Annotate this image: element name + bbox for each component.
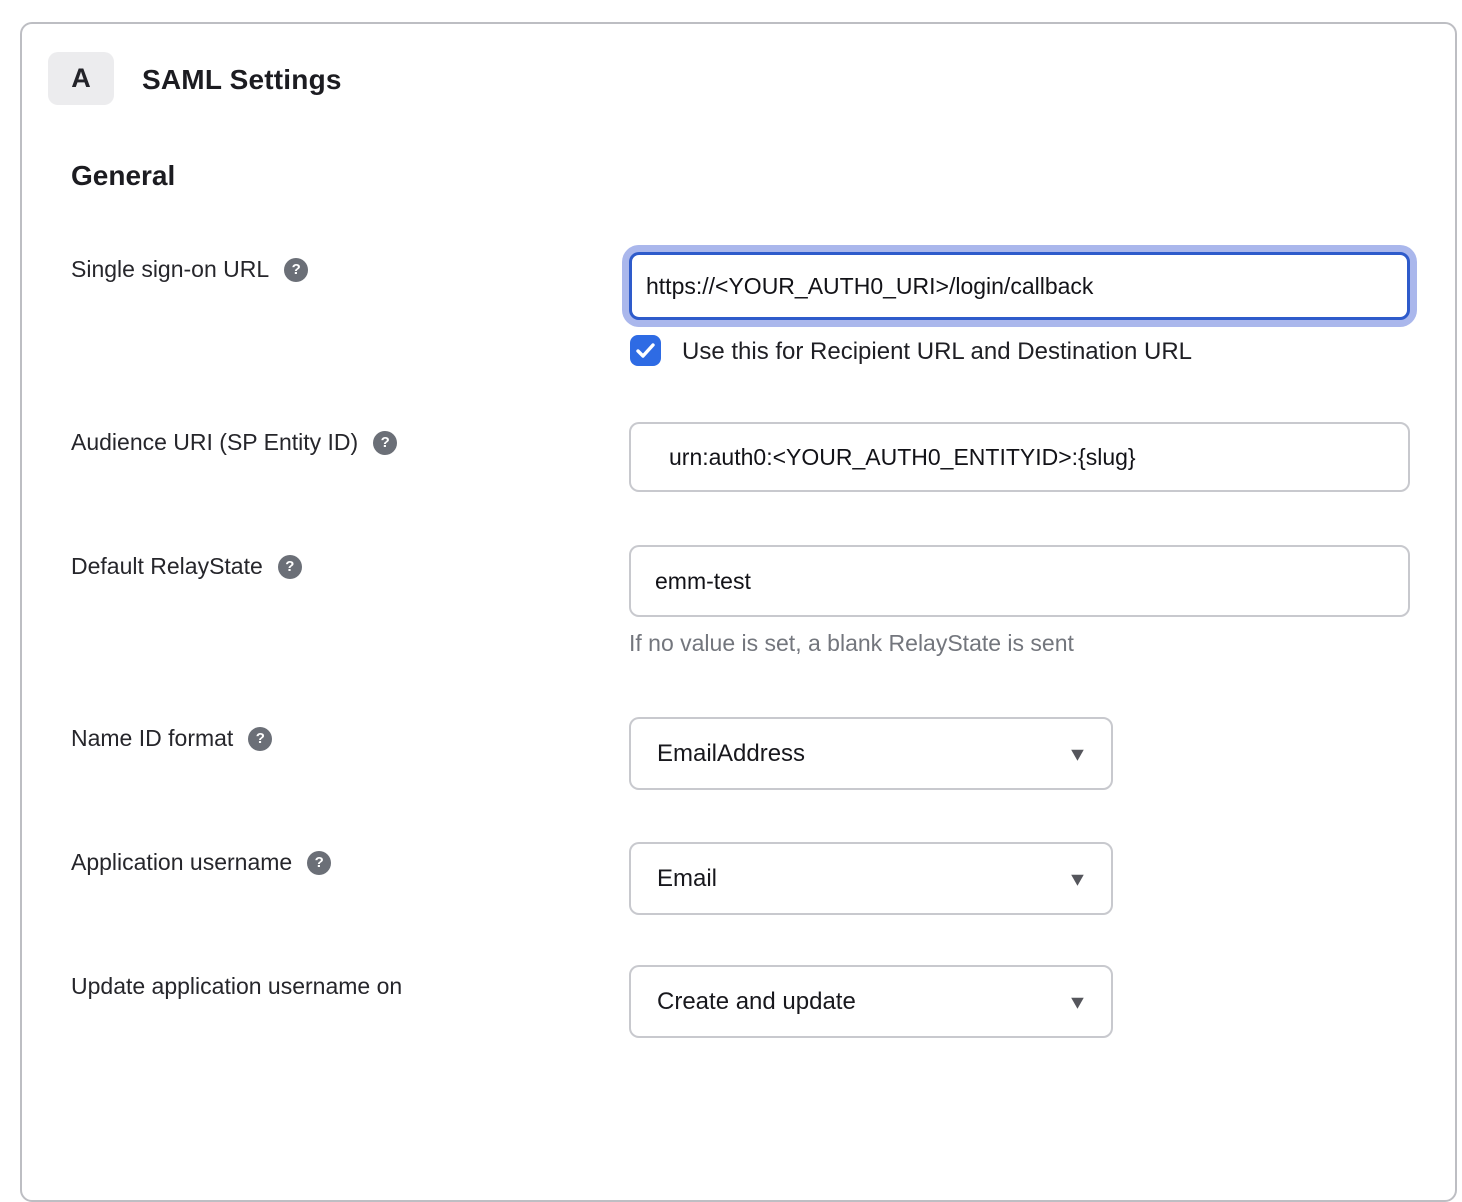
audience-uri-field-wrap	[629, 422, 1410, 492]
update-username-select[interactable]: Create and update ▾	[629, 965, 1113, 1038]
app-username-label: Application username ?	[71, 849, 331, 876]
audience-uri-label-text: Audience URI (SP Entity ID)	[71, 429, 358, 456]
name-id-format-value: EmailAddress	[657, 740, 1072, 768]
name-id-format-select[interactable]: EmailAddress ▾	[629, 717, 1113, 790]
sso-url-label: Single sign-on URL ?	[71, 256, 308, 283]
app-username-label-text: Application username	[71, 849, 292, 876]
help-icon[interactable]: ?	[278, 555, 302, 579]
sso-url-input[interactable]	[629, 252, 1410, 320]
audience-uri-input[interactable]	[629, 422, 1410, 492]
update-username-value: Create and update	[657, 988, 1072, 1016]
audience-uri-label: Audience URI (SP Entity ID) ?	[71, 429, 397, 456]
chevron-down-icon: ▾	[1071, 868, 1084, 890]
general-heading: General	[71, 160, 175, 192]
help-icon[interactable]: ?	[248, 727, 272, 751]
relay-state-hint: If no value is set, a blank RelayState i…	[629, 630, 1074, 657]
saml-settings-card: A SAML Settings General Single sign-on U…	[20, 22, 1457, 1202]
sso-url-label-text: Single sign-on URL	[71, 256, 269, 283]
update-username-label-text: Update application username on	[71, 973, 402, 1000]
help-icon[interactable]: ?	[307, 851, 331, 875]
help-icon[interactable]: ?	[373, 431, 397, 455]
relay-state-label-text: Default RelayState	[71, 553, 263, 580]
name-id-format-label-text: Name ID format	[71, 725, 233, 752]
relay-state-label: Default RelayState ?	[71, 553, 302, 580]
app-username-value: Email	[657, 865, 1072, 893]
section-badge-letter: A	[71, 63, 91, 94]
recipient-url-checkbox-label: Use this for Recipient URL and Destinati…	[682, 336, 1192, 367]
recipient-url-checkbox[interactable]	[630, 335, 661, 366]
chevron-down-icon: ▾	[1071, 743, 1084, 765]
update-username-label: Update application username on	[71, 973, 402, 1000]
app-username-select[interactable]: Email ▾	[629, 842, 1113, 915]
chevron-down-icon: ▾	[1071, 991, 1084, 1013]
help-icon[interactable]: ?	[284, 258, 308, 282]
page-title: SAML Settings	[142, 64, 342, 96]
section-badge: A	[48, 52, 114, 105]
sso-url-field-wrap	[629, 252, 1410, 320]
checkmark-icon	[636, 343, 655, 358]
relay-state-field-wrap	[629, 545, 1410, 617]
name-id-format-label: Name ID format ?	[71, 725, 272, 752]
relay-state-input[interactable]	[629, 545, 1410, 617]
